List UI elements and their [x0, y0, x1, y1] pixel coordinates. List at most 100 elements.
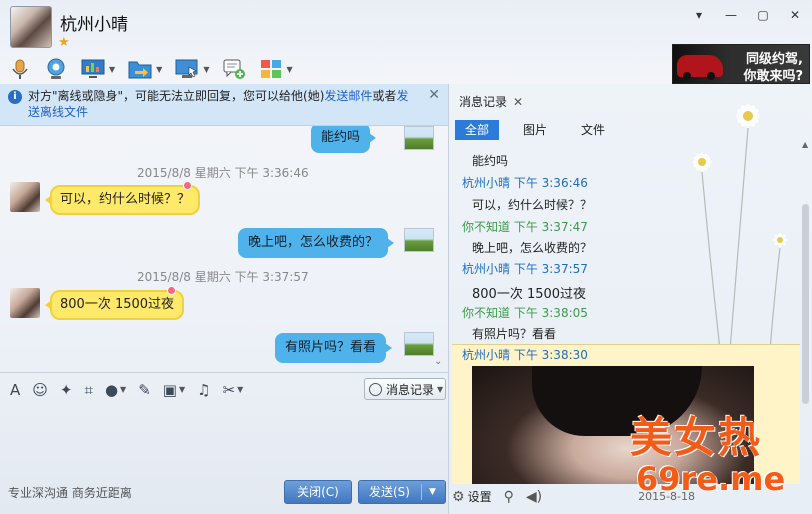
scroll-up-icon[interactable]: ▲ [802, 140, 808, 149]
filter-files[interactable]: 文件 [571, 120, 615, 140]
edit-icon[interactable]: ✎ [138, 381, 151, 399]
minimize-icon[interactable]: — [722, 8, 740, 22]
settings-label[interactable]: 设置 [468, 488, 492, 505]
history-date: 2015-8-18 [638, 490, 696, 503]
message-bubble-self[interactable]: 有照片吗？看看 [274, 333, 393, 363]
search-icon[interactable]: ⚲ [504, 489, 514, 505]
send-email-link[interactable]: 发送邮件 [324, 89, 372, 103]
scissors-icon[interactable]: ✂ ▼ [223, 381, 244, 399]
message-bubble-self[interactable]: 晚上吧，怎么收费的？ [237, 228, 395, 258]
tab-message-history[interactable]: 消息记录 ✕ [459, 93, 523, 110]
peer-avatar[interactable] [10, 288, 40, 318]
voice-call-icon [12, 59, 28, 79]
self-avatar[interactable] [404, 126, 434, 150]
bow-decoration [167, 286, 177, 295]
emoji-icon[interactable]: ☺ [32, 381, 48, 399]
chevron-down-icon[interactable]: ▼ [109, 65, 115, 74]
voice-message-icon[interactable]: ● ▼ [105, 381, 126, 399]
remote-desktop-icon [175, 59, 198, 78]
chevron-down-icon[interactable]: ▼ [286, 65, 292, 74]
message-text: 可以，约什么时候？？ [60, 192, 191, 207]
message-timestamp: 2015/8/8 星期六 下午 3:36:46 [137, 166, 309, 180]
chevron-down-icon[interactable]: ▼ [237, 385, 243, 394]
history-footer: ⚙ 设置 ⚲ ◀) 2015-8-18 [452, 488, 695, 505]
self-avatar[interactable] [404, 228, 434, 252]
apps-button[interactable]: ▼ [259, 56, 293, 82]
chevron-down-icon[interactable]: ▼ [203, 65, 209, 74]
speaker-icon[interactable]: ◀) [526, 489, 542, 505]
chevron-down-icon[interactable]: ▼ [120, 385, 126, 394]
ad-banner[interactable]: 同级约驾, 你敢来吗? [672, 44, 810, 84]
contact-name[interactable]: 杭州小晴 [60, 10, 128, 35]
send-divider [421, 484, 422, 500]
offline-notice: i 对方"离线或隐身"，可能无法立即回复，您可以给他(她)发送邮件或者发送离线文… [0, 84, 448, 126]
file-transfer-icon [128, 61, 152, 79]
send-button[interactable]: 发送(S) ▼ [358, 480, 446, 504]
star-icon: ★ [58, 35, 70, 50]
close-button[interactable]: 关闭(C) [284, 480, 352, 504]
screen-share-button[interactable]: ▼ [80, 56, 115, 82]
history-message: 有照片吗？看看 [472, 327, 557, 341]
chevron-down-icon[interactable]: ▼ [437, 385, 443, 394]
history-sender-peer: 杭州小晴 下午 3:38:30 [462, 348, 588, 362]
clock-icon [369, 382, 382, 396]
screen-share-icon [81, 59, 105, 78]
create-discussion-icon [223, 59, 246, 79]
send-options-chevron-icon[interactable]: ▼ [429, 481, 436, 503]
message-list[interactable]: 能约吗 2015/8/8 星期六 下午 3:36:46 可以，约什么时候？？ 晚… [0, 126, 448, 372]
self-avatar[interactable] [404, 332, 434, 356]
message-bubble-peer[interactable]: 可以，约什么时候？？ [44, 181, 201, 215]
tab-label: 消息记录 [459, 95, 508, 109]
chevron-down-icon[interactable]: ▼ [179, 385, 185, 394]
contact-avatar[interactable] [10, 6, 52, 48]
notice-text: 对方"离线或隐身"，可能无法立即回复，您可以给他(她) [28, 89, 325, 103]
chat-window: 杭州小晴 ★ ▾ — ▢ ✕ 同级约驾, 你敢来吗? ▼ ▼ ▼ ▼ i 对方"… [0, 0, 812, 514]
history-message: 能约吗 [472, 154, 509, 168]
ad-line-2: 你敢来吗? [743, 69, 803, 84]
menu-dropdown-icon[interactable]: ▾ [690, 8, 708, 22]
nudge-icon[interactable]: ✦ [60, 381, 73, 399]
gear-icon[interactable]: ⚙ [452, 489, 465, 505]
scrollbar-thumb[interactable] [802, 204, 809, 404]
history-sender-peer: 杭州小晴 下午 3:36:46 [462, 176, 588, 190]
music-icon[interactable]: ♫ [197, 381, 210, 399]
create-discussion-button[interactable] [221, 56, 247, 82]
bow-decoration [183, 181, 193, 190]
history-message: 晚上吧，怎么收费的？ [472, 241, 593, 255]
message-bubble-peer[interactable]: 800一次 1500过夜 [44, 286, 185, 320]
font-icon[interactable]: A [10, 381, 20, 399]
history-sender-self: 你不知道 下午 3:38:05 [462, 306, 588, 320]
send-label: 发送(S) [369, 485, 410, 499]
history-sender-peer: 杭州小晴 下午 3:37:57 [462, 262, 588, 276]
message-history-button[interactable]: 消息记录 ▼ [364, 378, 446, 400]
message-timestamp: 2015/8/8 星期六 下午 3:37:57 [137, 270, 309, 284]
close-notice-icon[interactable]: ✕ [428, 87, 440, 103]
voice-call-button[interactable] [8, 56, 32, 82]
screenshot-icon[interactable]: ⌗ [84, 381, 92, 399]
info-icon: i [8, 90, 22, 104]
message-text: 800一次 1500过夜 [60, 297, 175, 312]
chevron-down-icon[interactable]: ▼ [156, 65, 162, 74]
close-window-icon[interactable]: ✕ [786, 8, 804, 22]
image-icon[interactable]: ▣ ▼ [163, 381, 185, 399]
filter-all[interactable]: 全部 [455, 120, 500, 140]
filter-images[interactable]: 图片 [513, 120, 557, 140]
watermark-line-1: 美女热 [630, 413, 763, 462]
window-controls: ▾ — ▢ ✕ [690, 8, 804, 22]
video-call-button[interactable] [44, 56, 68, 82]
history-sender-self: 你不知道 下午 3:37:47 [462, 220, 588, 234]
history-message: 可以，约什么时候？？ [472, 198, 593, 212]
message-bubble-self[interactable]: 能约吗 [310, 126, 377, 153]
peer-avatar[interactable] [10, 182, 40, 212]
message-history-label: 消息记录 [386, 382, 435, 397]
remote-desktop-button[interactable]: ▼ [174, 56, 209, 82]
history-message: 800一次 1500过夜 [472, 287, 587, 302]
file-transfer-button[interactable]: ▼ [127, 56, 162, 82]
car-image [677, 55, 723, 80]
main-toolbar: ▼ ▼ ▼ ▼ [8, 56, 305, 82]
maximize-icon[interactable]: ▢ [754, 8, 772, 22]
scroll-down-icon[interactable]: ⌄ [434, 356, 442, 367]
history-filter-tabs: 全部 图片 文件 [455, 120, 629, 140]
close-tab-icon[interactable]: ✕ [513, 95, 523, 109]
slogan-text: 专业深沟通 商务近距离 [8, 486, 132, 500]
